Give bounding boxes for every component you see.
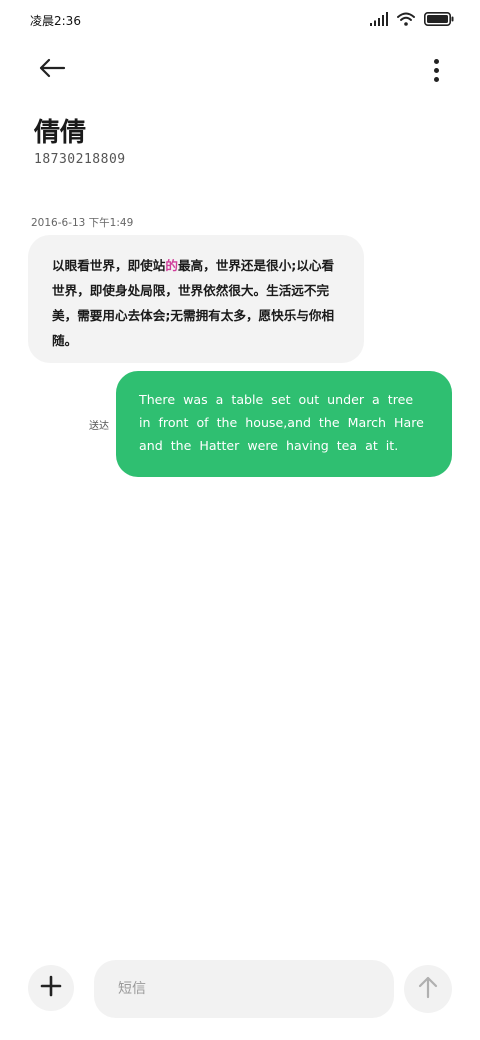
composer-bar [0,960,480,1018]
delivery-status: 送达 [89,421,109,432]
outgoing-message-bubble[interactable]: There was a table set out under a tree i… [116,371,452,477]
sms-input[interactable] [94,960,394,1018]
more-vertical-icon [433,76,439,82]
status-time: 凌晨2:36 [30,14,81,28]
plus-icon [40,975,62,1001]
wifi-icon [397,11,415,30]
incoming-text-before: 以眼看世界，即使站 [52,258,166,273]
contact-name: 倩倩 [34,118,87,148]
incoming-message-bubble[interactable]: 以眼看世界，即使站的最高，世界还是很小;以心看世界，即使身处局限，世界依然很大。… [28,235,364,363]
send-button[interactable] [404,965,452,1013]
contact-number[interactable]: 18730218809 [34,152,126,167]
status-bar: 凌晨2:36 [0,0,480,40]
arrow-left-icon [38,58,66,82]
outgoing-message-text: There was a table set out under a tree i… [139,392,424,453]
message-timestamp: 2016-6-13 下午1:49 [31,217,134,229]
incoming-message-text: 以眼看世界，即使站的最高，世界还是很小;以心看世界，即使身处局限，世界依然很大。… [52,253,342,353]
status-icons [370,11,454,30]
more-vertical-icon [433,58,439,64]
more-button[interactable] [426,52,446,88]
back-button[interactable] [32,52,72,88]
add-button[interactable] [28,965,74,1011]
incoming-text-highlight: 的 [165,258,178,273]
more-vertical-icon [433,67,439,73]
top-bar [0,48,480,90]
battery-icon [424,11,454,30]
signal-icon [370,11,388,30]
arrow-up-icon [417,975,439,1003]
